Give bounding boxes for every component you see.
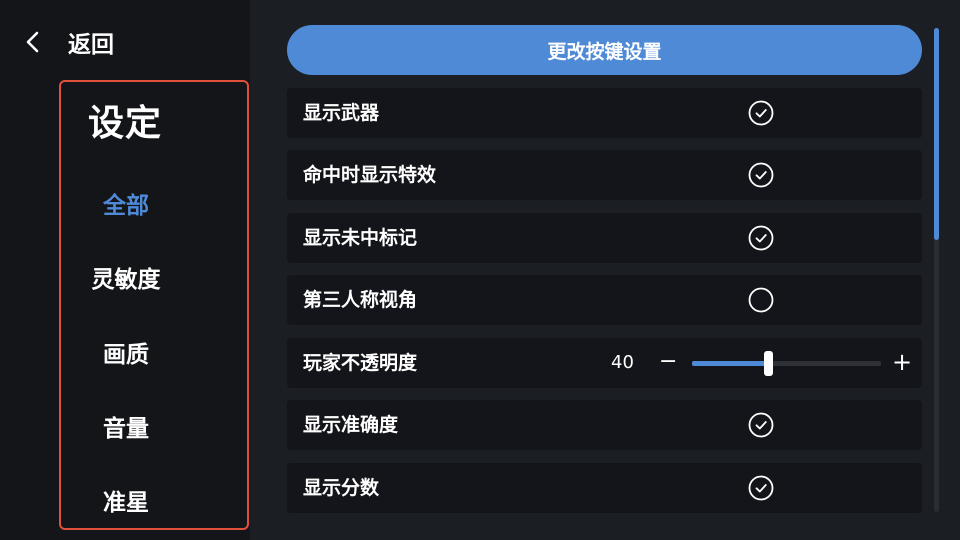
checked-circle-icon[interactable] (748, 100, 774, 126)
setting-label: 显示分数 (303, 477, 380, 499)
settings-content: 更改按键设置 显示武器 命中时显示特效 显示未中标记 第三人称视角 玩家不透明度… (250, 0, 960, 540)
scrollbar[interactable] (934, 28, 939, 512)
opacity-value: 40 (611, 352, 634, 373)
setting-row-player-opacity: 玩家不透明度 40 − + (287, 338, 922, 388)
menu-item-all[interactable]: 全部 (61, 186, 191, 220)
setting-row-show-score: 显示分数 (287, 463, 922, 513)
back-button[interactable]: 返回 (22, 22, 114, 62)
setting-row-hit-effect: 命中时显示特效 (287, 150, 922, 200)
setting-row-third-person: 第三人称视角 (287, 275, 922, 325)
opacity-slider-fill (692, 361, 768, 366)
menu-item-graphics[interactable]: 画质 (61, 335, 191, 369)
opacity-slider-track[interactable] (692, 351, 881, 376)
checked-circle-icon[interactable] (748, 412, 774, 438)
setting-row-miss-marker: 显示未中标记 (287, 213, 922, 263)
setting-row-show-weapon: 显示武器 (287, 88, 922, 138)
opacity-slider-thumb[interactable] (763, 351, 773, 376)
menu-item-volume[interactable]: 音量 (61, 409, 191, 443)
setting-label: 玩家不透明度 (303, 352, 418, 374)
setting-row-show-accuracy: 显示准确度 (287, 400, 922, 450)
increase-button[interactable]: + (892, 338, 912, 386)
menu-title: 设定 (88, 103, 163, 144)
setting-label: 第三人称视角 (303, 289, 418, 311)
decrease-button[interactable]: − (659, 338, 677, 386)
checked-circle-icon[interactable] (748, 475, 774, 501)
back-label: 返回 (68, 32, 114, 58)
checked-circle-icon[interactable] (748, 162, 774, 188)
settings-menu: 设定 全部 灵敏度 画质 音量 准星 (59, 80, 249, 530)
scrollbar-thumb[interactable] (934, 28, 939, 240)
menu-item-crosshair[interactable]: 准星 (61, 483, 191, 517)
sidebar: 返回 设定 全部 灵敏度 画质 音量 准星 (0, 0, 250, 540)
setting-label: 显示武器 (303, 102, 380, 124)
setting-label: 显示准确度 (303, 414, 399, 436)
chevron-left-icon (26, 31, 39, 53)
change-keys-button[interactable]: 更改按键设置 (287, 25, 922, 75)
setting-label: 显示未中标记 (303, 227, 418, 249)
setting-label: 命中时显示特效 (303, 164, 437, 186)
checked-circle-icon[interactable] (748, 225, 774, 251)
unchecked-circle-icon[interactable] (748, 287, 774, 313)
menu-item-sensitivity[interactable]: 灵敏度 (61, 260, 191, 294)
